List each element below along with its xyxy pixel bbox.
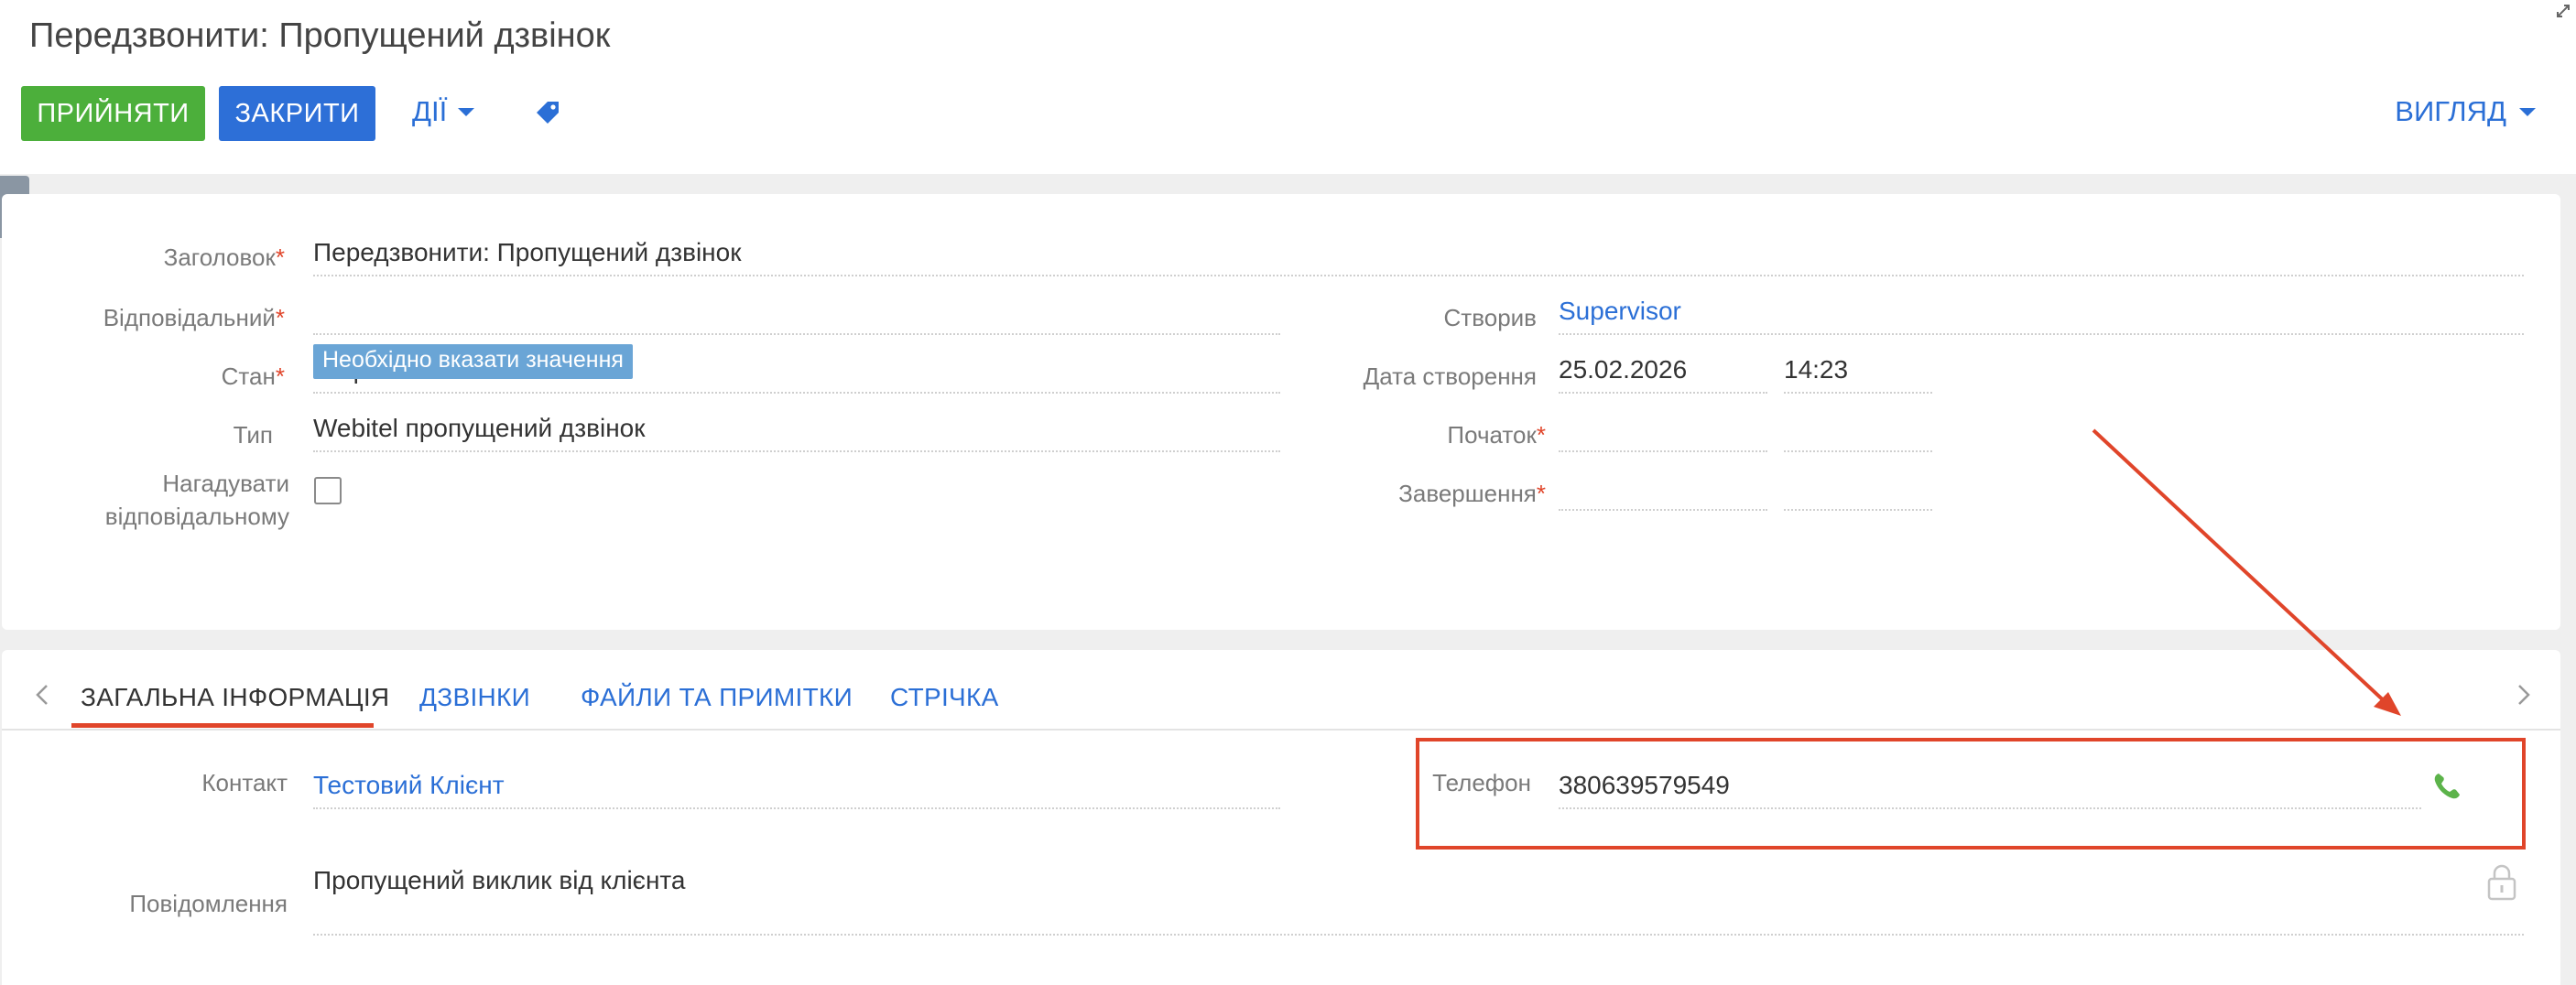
start-label: Початок*: [1447, 421, 1546, 449]
owner-field[interactable]: [313, 289, 1280, 335]
details-tabs-card: ЗАГАЛЬНА ІНФОРМАЦІЯ ДЗВІНКИ ФАЙЛИ ТА ПРИ…: [2, 650, 2560, 985]
title-field[interactable]: Передзвонити: Пропущений дзвінок: [313, 231, 2524, 276]
contact-link[interactable]: Тестовий Клієнт: [313, 763, 1280, 809]
remind-checkbox[interactable]: [314, 477, 342, 504]
tab-files-notes[interactable]: ФАЙЛИ ТА ПРИМІТКИ: [581, 683, 853, 712]
status-label: Стан*: [221, 363, 285, 390]
active-tab-indicator: [71, 723, 374, 728]
chevron-left-icon[interactable]: [29, 681, 57, 709]
created-by-link[interactable]: Supervisor: [1559, 289, 2524, 335]
view-label: ВИГЛЯД: [2395, 95, 2506, 127]
expand-icon[interactable]: [2554, 2, 2572, 20]
start-date-field[interactable]: [1559, 406, 1767, 452]
start-time-field[interactable]: [1784, 406, 1932, 452]
tab-bar: ЗАГАЛЬНА ІНФОРМАЦІЯ ДЗВІНКИ ФАЙЛИ ТА ПРИ…: [2, 650, 2560, 731]
phone-highlight-box: [1416, 738, 2526, 850]
type-label: Тип: [233, 421, 273, 449]
contact-label: Контакт: [201, 769, 288, 796]
task-form-card: Заголовок* Передзвонити: Пропущений дзві…: [2, 194, 2560, 630]
end-time-field[interactable]: [1784, 465, 1932, 511]
actions-label: ДІЇ: [412, 95, 448, 127]
tab-general-info[interactable]: ЗАГАЛЬНА ІНФОРМАЦІЯ: [81, 683, 389, 712]
accept-button[interactable]: ПРИЙНЯТИ: [21, 86, 205, 141]
message-field[interactable]: Пропущений виклик від клієнта: [313, 859, 2524, 936]
created-by-label: Створив: [1443, 304, 1537, 331]
created-time-field[interactable]: 14:23: [1784, 348, 1932, 394]
remind-label: Нагадувати відповідальному: [104, 470, 289, 530]
actions-dropdown[interactable]: ДІЇ: [412, 95, 475, 128]
close-button[interactable]: ЗАКРИТИ: [219, 86, 375, 141]
tab-feed[interactable]: СТРІЧКА: [890, 683, 999, 712]
chevron-down-icon: [2519, 107, 2536, 116]
owner-label: Відповідальний*: [103, 304, 285, 331]
type-field[interactable]: Webitel пропущений дзвінок: [313, 406, 1280, 452]
end-date-field[interactable]: [1559, 465, 1767, 511]
created-date-label: Дата створення: [1363, 363, 1537, 390]
end-label: Завершення*: [1398, 480, 1546, 507]
page-header: Передзвонити: Пропущений дзвінок ПРИЙНЯТ…: [0, 0, 2576, 174]
chevron-down-icon: [458, 107, 475, 116]
chevron-right-icon[interactable]: [2509, 681, 2537, 709]
tab-calls[interactable]: ДЗВІНКИ: [419, 683, 530, 712]
created-date-field[interactable]: 25.02.2026: [1559, 348, 1767, 394]
page-title: Передзвонити: Пропущений дзвінок: [29, 16, 611, 55]
view-dropdown[interactable]: ВИГЛЯД: [2395, 95, 2536, 128]
tag-icon[interactable]: [533, 98, 562, 127]
validation-tooltip: Необхідно вказати значення: [313, 344, 633, 379]
title-label: Заголовок*: [163, 244, 285, 271]
lock-icon: [2487, 864, 2516, 901]
message-label: Повідомлення: [129, 890, 288, 917]
